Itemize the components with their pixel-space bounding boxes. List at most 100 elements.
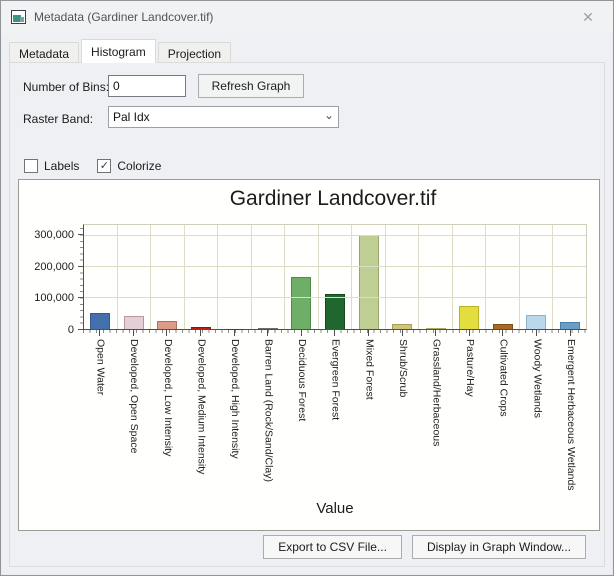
bar-slot <box>84 225 118 329</box>
x-tick-label: Cultivated Crops <box>497 339 509 417</box>
bar <box>325 294 345 329</box>
x-tick-mark <box>99 330 100 336</box>
x-tick-slot <box>285 330 319 337</box>
h-gridline <box>84 266 586 267</box>
x-label-slot: Developed, Open Space <box>117 339 151 501</box>
bar <box>157 321 177 329</box>
x-tick-mark <box>536 330 537 336</box>
checkbox-row: Labels ✓ Colorize <box>24 159 173 173</box>
bar-slot <box>118 225 152 329</box>
h-gridline <box>84 297 586 298</box>
x-label-slot: Open Water <box>83 339 117 501</box>
x-tick-slot <box>553 330 587 337</box>
number-of-bins-label: Number of Bins: <box>23 80 109 94</box>
bars-row <box>84 225 586 329</box>
x-tick-mark <box>301 330 302 336</box>
x-label-slot: Developed, Low Intensity <box>150 339 184 501</box>
x-tick-label: Open Water <box>94 339 106 395</box>
bar <box>191 327 211 329</box>
bar-slot <box>486 225 520 329</box>
tab-metadata[interactable]: Metadata <box>9 42 79 62</box>
x-tick-mark <box>402 330 403 336</box>
chart-title: Gardiner Landcover.tif <box>19 187 599 211</box>
x-axis-major-ticks <box>83 330 587 337</box>
x-tick-mark <box>166 330 167 336</box>
export-csv-button[interactable]: Export to CSV File... <box>263 535 402 559</box>
tab-strip: Metadata Histogram Projection <box>9 39 233 62</box>
colorize-checkbox[interactable]: ✓ <box>97 159 111 173</box>
labels-checkbox[interactable] <box>24 159 38 173</box>
x-label-slot: Developed, High Intensity <box>217 339 251 501</box>
bar-slot <box>252 225 286 329</box>
x-tick-label: Barren Land (Rock/Sand/Clay) <box>262 339 274 482</box>
x-tick-mark <box>368 330 369 336</box>
plot-area <box>83 224 587 330</box>
metadata-image-icon <box>11 10 26 24</box>
chart-grid: 0100,000200,000300,000 Open Water Develop… <box>19 224 587 501</box>
x-tick-label: Developed, High Intensity <box>228 339 240 459</box>
x-label-slot: Evergreen Forest <box>318 339 352 501</box>
bar <box>359 235 379 329</box>
x-label-slot: Developed, Medium Intensity <box>184 339 218 501</box>
bar <box>560 322 580 329</box>
bar-slot <box>185 225 219 329</box>
x-tick-label: Grassland/Herbaceous <box>430 339 442 446</box>
bar-slot <box>419 225 453 329</box>
bar <box>426 328 446 329</box>
x-tick-slot <box>184 330 218 337</box>
x-label-slot: Deciduous Forest <box>285 339 319 501</box>
x-label-slot: Emergent Herbaceous Wetlands <box>553 339 587 501</box>
x-tick-mark <box>267 330 268 336</box>
bar <box>291 277 311 329</box>
y-tick-label: 300,000 <box>34 229 74 241</box>
x-tick-mark <box>502 330 503 336</box>
display-graph-window-button[interactable]: Display in Graph Window... <box>412 535 586 559</box>
raster-band-dropdown[interactable]: Pal Idx ⌄ <box>108 106 339 128</box>
x-tick-slot <box>83 330 117 337</box>
x-axis <box>83 330 587 337</box>
y-axis: 0100,000200,000300,000 <box>19 224 83 330</box>
x-tick-slot <box>385 330 419 337</box>
bar-slot <box>218 225 252 329</box>
tab-projection[interactable]: Projection <box>158 42 231 62</box>
h-gridline <box>84 235 586 236</box>
bar-slot <box>151 225 185 329</box>
bar <box>526 315 546 329</box>
histogram-chart-panel: Gardiner Landcover.tif 0100,000200,00030… <box>18 179 600 531</box>
bar-slot <box>386 225 420 329</box>
bar <box>459 306 479 329</box>
x-tick-slot <box>419 330 453 337</box>
bar-slot <box>453 225 487 329</box>
labels-checkbox-label: Labels <box>44 159 79 173</box>
footer-buttons: Export to CSV File... Display in Graph W… <box>263 535 586 559</box>
window-title: Metadata (Gardiner Landcover.tif) <box>34 10 573 24</box>
x-tick-slot <box>520 330 554 337</box>
bar <box>493 324 513 329</box>
x-tick-mark <box>570 330 571 336</box>
x-tick-label: Pasture/Hay <box>464 339 476 397</box>
x-axis-labels: Open WaterDeveloped, Open SpaceDeveloped… <box>83 339 587 501</box>
x-label-slot: Cultivated Crops <box>486 339 520 501</box>
x-tick-label: Developed, Medium Intensity <box>195 339 207 474</box>
x-label-slot: Shrub/Scrub <box>385 339 419 501</box>
raster-band-label: Raster Band: <box>23 112 93 126</box>
x-tick-slot <box>486 330 520 337</box>
number-of-bins-input[interactable] <box>108 75 186 97</box>
bar-slot <box>553 225 586 329</box>
refresh-graph-button[interactable]: Refresh Graph <box>198 74 304 98</box>
x-axis-title: Value <box>83 500 587 517</box>
x-tick-mark <box>234 330 235 336</box>
tab-histogram[interactable]: Histogram <box>81 39 156 63</box>
metadata-dialog: Metadata (Gardiner Landcover.tif) ✕ Meta… <box>0 0 614 576</box>
close-icon[interactable]: ✕ <box>573 4 603 30</box>
bar <box>392 324 412 329</box>
histogram-tab-page: Number of Bins: Refresh Graph Raster Ban… <box>9 62 605 567</box>
bar-slot <box>319 225 353 329</box>
bar-slot <box>520 225 554 329</box>
x-tick-slot <box>453 330 487 337</box>
x-tick-label: Shrub/Scrub <box>396 339 408 397</box>
raster-band-value: Pal Idx <box>113 110 324 124</box>
x-tick-slot <box>352 330 386 337</box>
bar <box>258 328 278 329</box>
x-tick-slot <box>251 330 285 337</box>
